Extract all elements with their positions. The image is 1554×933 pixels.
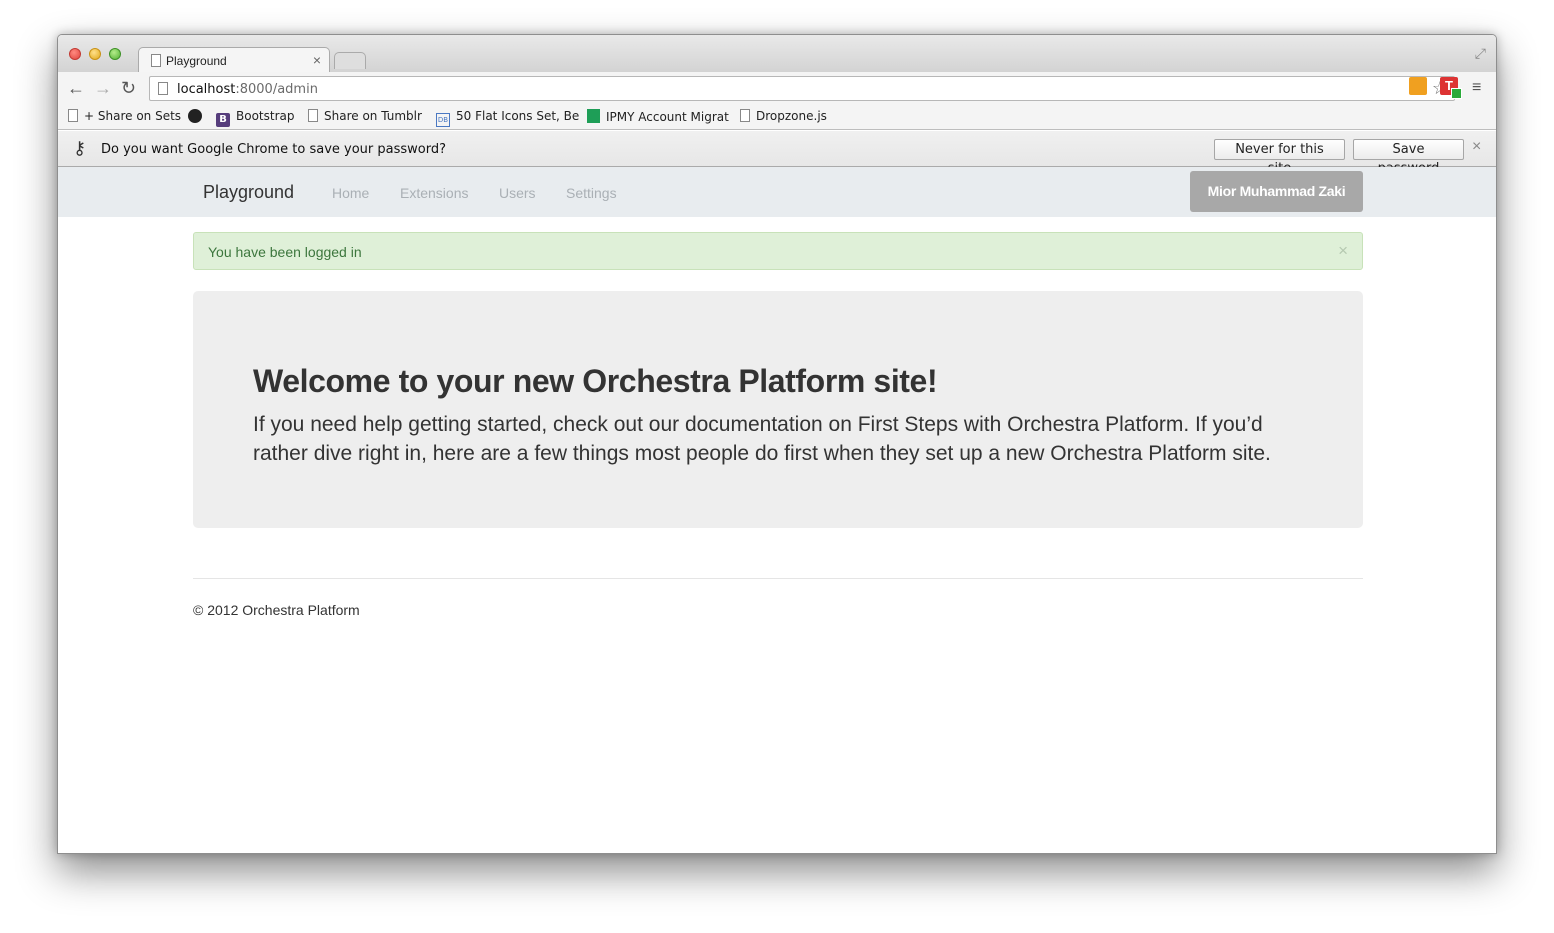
back-icon[interactable]: ← [67,78,85,98]
bookmark-label: + Share on Sets [84,109,182,123]
save-password-button[interactable]: Save password [1353,139,1464,176]
zoom-window-button[interactable] [109,48,121,60]
forward-icon[interactable]: → [94,78,112,98]
alert-message: You have been logged in [208,244,362,260]
bookmark-bootstrap[interactable]: B Bootstrap [216,109,294,127]
bookmark-label: IPMY Account Migrat [606,110,729,124]
fullscreen-icon[interactable]: ⤢ [1475,45,1486,62]
tab-playground[interactable]: Playground × [138,47,330,73]
chrome-menu-icon[interactable]: ≡ [1472,79,1481,97]
bookmark-label: 50 Flat Icons Set, Be [456,109,580,123]
tab-strip: Playground × ⤢ [58,35,1496,73]
bookmark-label: Share on Tumblr [324,109,422,123]
bookmark-flat-icons[interactable]: DB 50 Flat Icons Set, Be [436,109,579,127]
db-icon: DB [436,113,450,127]
page-icon [308,109,318,122]
page-icon [151,54,161,67]
t-extension-icon[interactable]: T [1440,77,1462,99]
user-menu-button[interactable]: Mior Muhammad Zaki [1190,171,1363,212]
nav-extensions[interactable]: Extensions [400,185,468,201]
infobar-message: Do you want Google Chrome to save your p… [101,142,447,157]
url-path: :8000/admin [235,82,318,97]
footer-divider [193,578,1363,579]
address-bar[interactable]: localhost:8000/admin ☆ [149,76,1455,101]
url-text[interactable]: localhost:8000/admin [177,82,318,97]
page-icon [740,109,750,122]
bookmark-label: Dropzone.js [756,109,827,123]
browser-toolbar: ← → ↻ localhost:8000/admin ☆ T ≡ [58,72,1496,105]
minimize-window-button[interactable] [89,48,101,60]
page-icon [158,82,168,95]
page-content: Playground Home Extensions Users Setting… [58,167,1496,853]
bookmark-share-on-tumblr[interactable]: Share on Tumblr [308,109,422,123]
browser-window: Playground × ⤢ ← → ↻ localhost:8000/admi… [57,34,1497,854]
key-icon: ⚷ [73,138,87,158]
sheet-icon [587,109,600,123]
bookmark-share-on-sets[interactable]: + Share on Sets [68,109,181,123]
welcome-jumbotron: Welcome to your new Orchestra Platform s… [193,291,1363,528]
never-for-this-site-button[interactable]: Never for this site [1214,139,1345,176]
bookmarks-bar: + Share on Sets B Bootstrap Share on Tumb… [58,105,1496,130]
tab-close-icon[interactable]: × [313,52,321,68]
reload-icon[interactable]: ↻ [121,78,136,98]
url-host: localhost [177,82,236,97]
page-icon [68,109,78,122]
bootstrap-icon: B [216,113,230,127]
github-icon [188,109,202,123]
success-alert: You have been logged in × [193,232,1363,270]
welcome-text: If you need help getting started, check … [253,413,1271,465]
save-password-infobar: ⚷ Do you want Google Chrome to save your… [58,131,1496,176]
bookmark-label: Bootstrap [236,109,295,123]
honey-extension-icon[interactable] [1409,77,1427,95]
nav-users[interactable]: Users [499,185,536,201]
site-navbar: Playground Home Extensions Users Setting… [58,167,1496,217]
nav-settings[interactable]: Settings [566,185,617,201]
close-window-button[interactable] [69,48,81,60]
footer-text: © 2012 Orchestra Platform [193,602,360,618]
nav-home[interactable]: Home [332,185,369,201]
bookmark-ipmy[interactable]: IPMY Account Migrat [587,109,729,124]
welcome-heading: Welcome to your new Orchestra Platform s… [253,363,938,399]
bookmark-github[interactable] [188,109,208,124]
tab-title: Playground [166,54,227,68]
alert-close-icon[interactable]: × [1338,241,1348,261]
close-icon[interactable]: × [1472,138,1481,156]
bookmark-dropzone[interactable]: Dropzone.js [740,109,827,123]
site-brand[interactable]: Playground [203,182,294,203]
new-tab-button[interactable] [334,52,366,69]
